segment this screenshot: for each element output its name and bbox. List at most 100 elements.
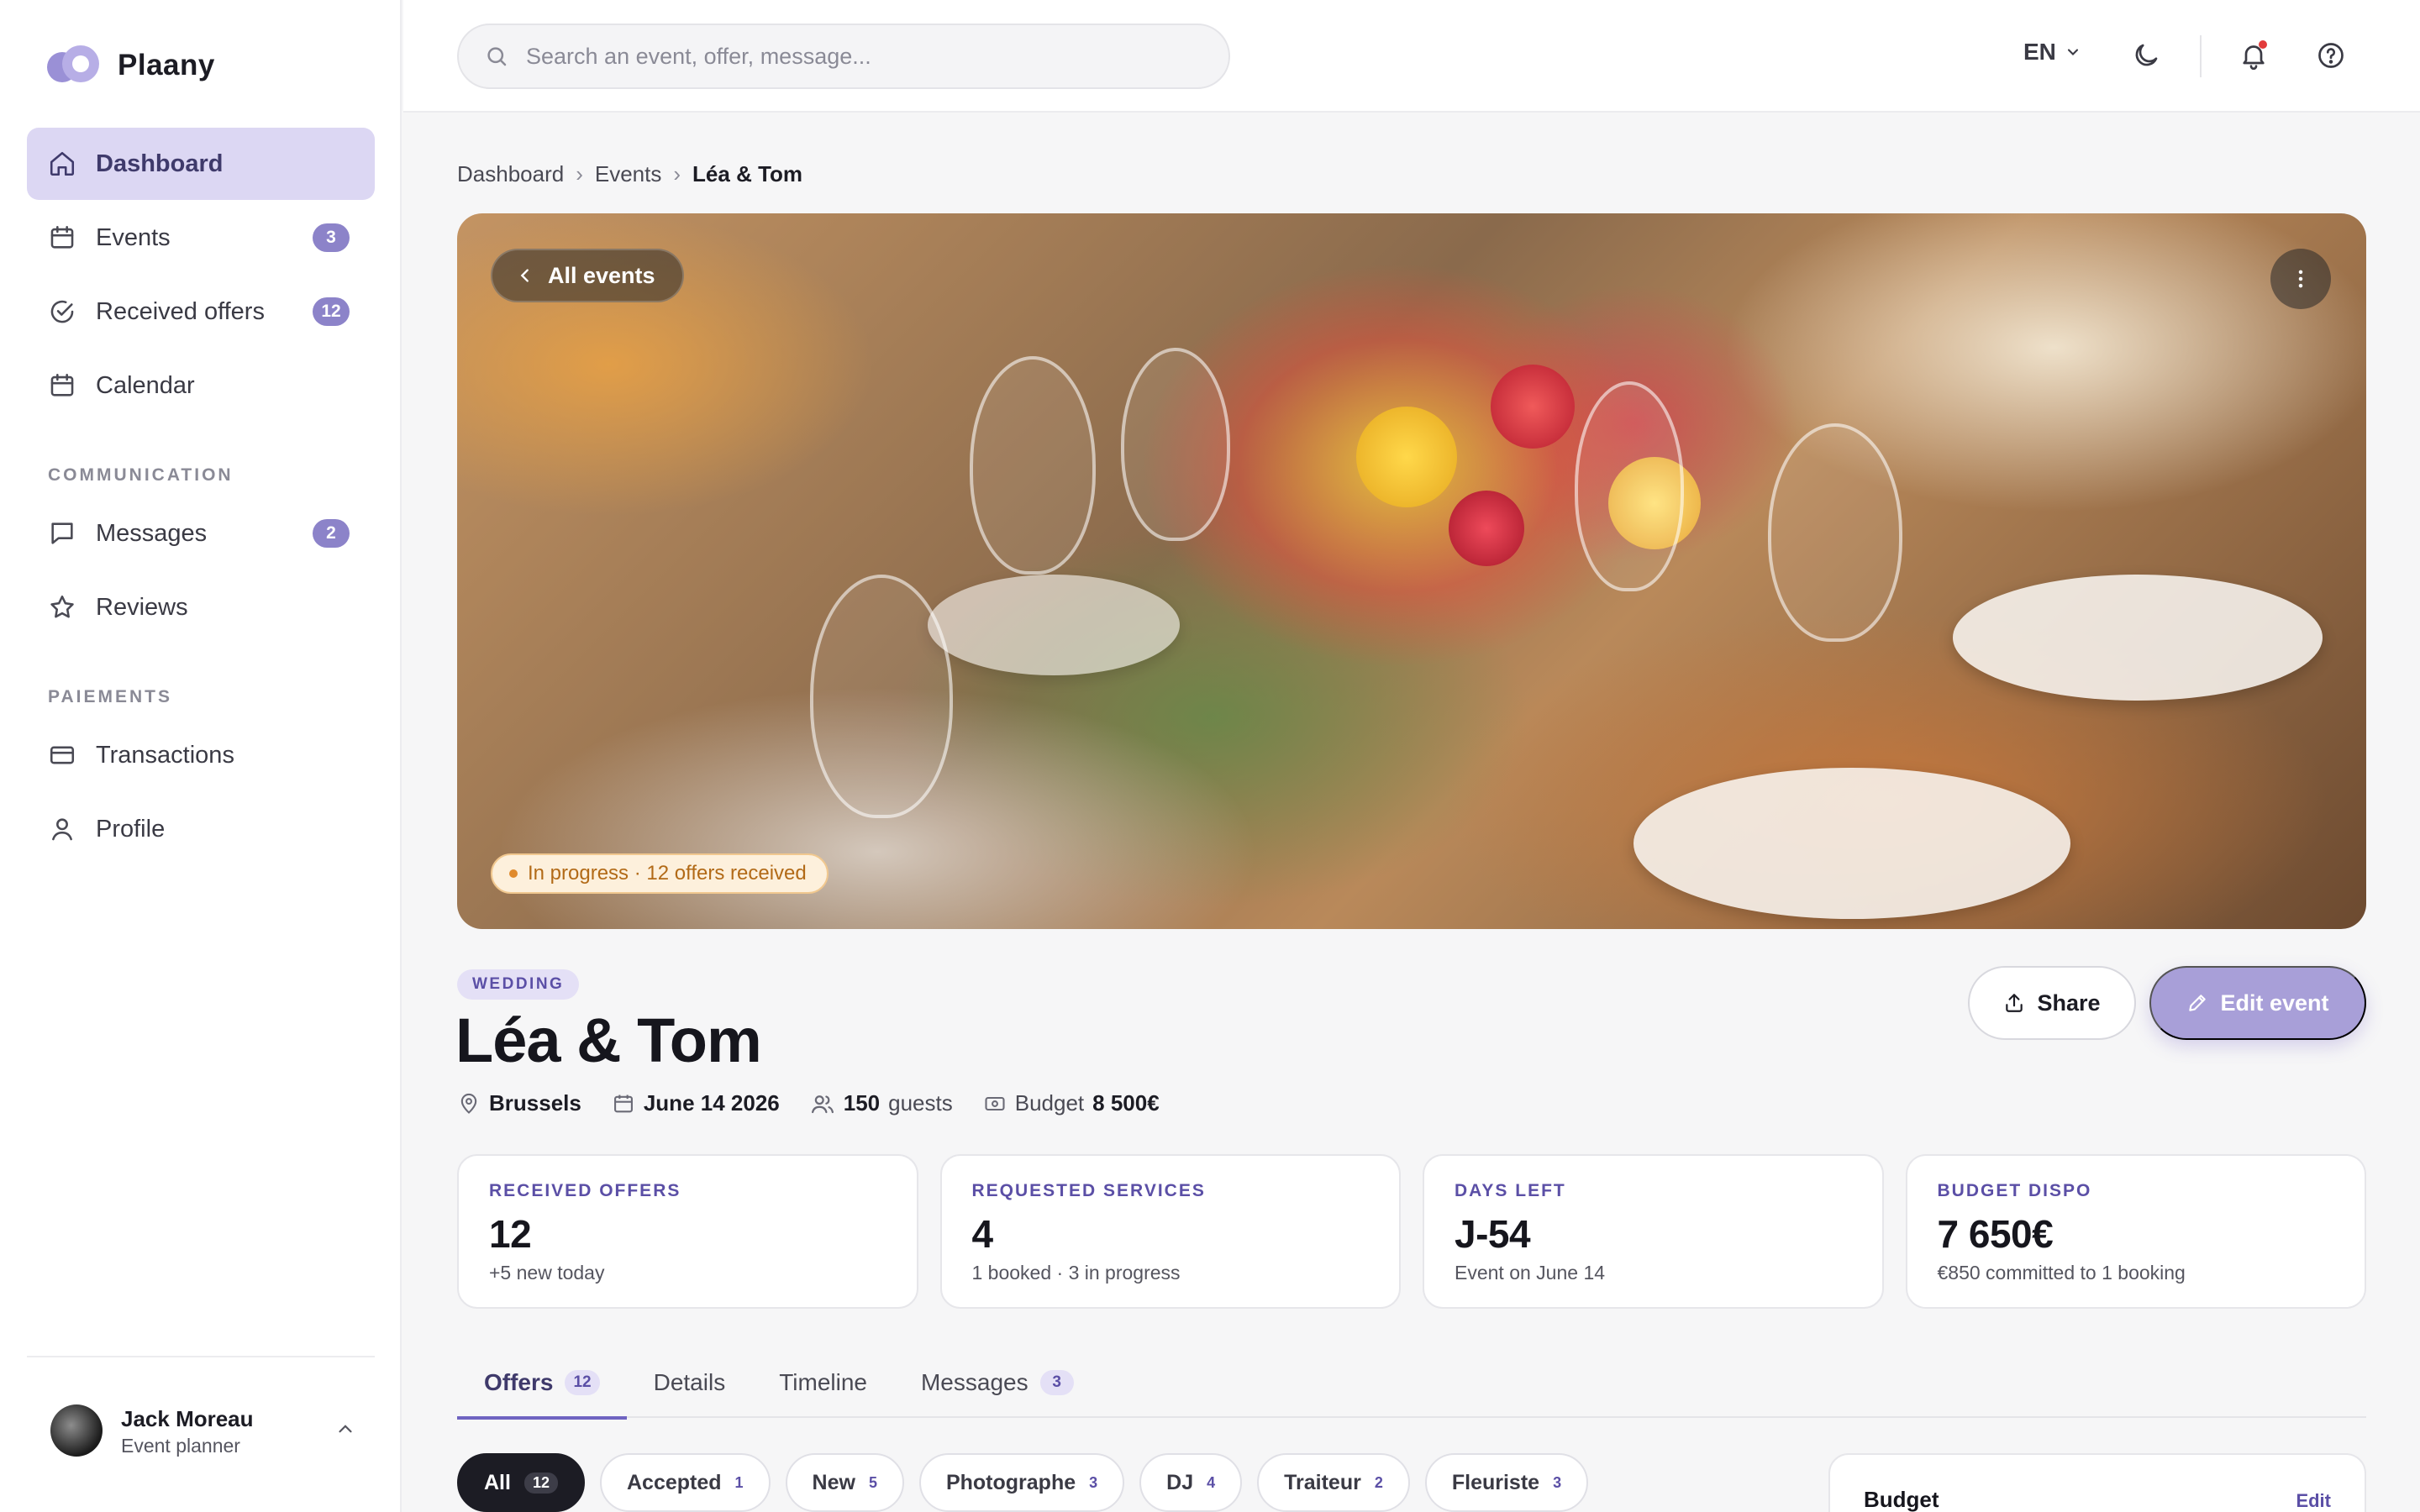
glass-decoration [1121,348,1230,541]
search-input[interactable] [526,43,1198,70]
sidebar-item-received-offers[interactable]: Received offers 12 [27,276,375,348]
back-label: All events [548,262,655,288]
breadcrumb-dashboard[interactable]: Dashboard [457,161,564,187]
tab-badge: 3 [1039,1370,1074,1395]
event-tabs: Offers 12 Details Timeline Messages 3 [457,1347,2366,1420]
tab-label: Timeline [779,1369,867,1395]
chip-label: DJ [1166,1470,1194,1494]
glass-decoration [1575,381,1684,591]
search-icon [487,47,507,66]
search-bar[interactable] [457,24,1230,89]
sidebar-nav-payments: Transactions Profile [27,719,375,867]
tab-messages[interactable]: Messages 3 [894,1347,1101,1418]
sidebar-item-label: Reviews [96,593,188,621]
more-options-button[interactable] [2270,249,2331,309]
sidebar-item-calendar[interactable]: Calendar [27,349,375,422]
budget-edit-link[interactable]: Edit [2296,1490,2331,1512]
sidebar-item-transactions[interactable]: Transactions [27,719,375,791]
stat-subtext: €850 committed to 1 booking [1937,1262,2186,1284]
app-root: Plaany Dashboard Events 3 Received offer… [0,0,2420,1512]
location-value: Brussels [489,1090,581,1116]
chip-count: 2 [1374,1473,1383,1491]
share-icon [2006,994,2023,1012]
filter-chip-traiteur[interactable]: Traiteur 2 [1257,1453,1410,1512]
breadcrumb-separator: › [673,161,681,186]
user-menu[interactable]: Jack Moreau Event planner [27,1356,375,1512]
plate-decoration [1953,575,2323,701]
chevron-up-icon [339,1425,352,1433]
user-role: Event planner [121,1435,240,1457]
share-label: Share [2037,990,2101,1016]
stat-card-received-offers: RECEIVED OFFERS 12 +5 new today [457,1154,918,1309]
flower-decoration [1356,407,1457,507]
home-icon [47,149,77,179]
filter-chip-all[interactable]: All 12 [457,1453,585,1512]
divider [2200,35,2202,77]
edit-event-button[interactable]: Edit event [2149,966,2366,1040]
sidebar-item-events[interactable]: Events 3 [27,202,375,274]
dark-mode-toggle[interactable] [2128,37,2165,74]
guests-label: guests [888,1090,953,1116]
flower-decoration [1491,365,1575,449]
section-label-communication: COMMUNICATION [48,465,234,485]
sidebar-item-messages[interactable]: Messages 2 [27,497,375,570]
tab-badge: 12 [565,1370,600,1395]
sidebar-item-label: Messages [96,519,208,547]
plate-decoration [1634,768,2070,919]
event-budget: Budget 8 500€ [983,1090,1160,1116]
sidebar: Plaany Dashboard Events 3 Received offer… [0,0,402,1512]
credit-card-icon [47,740,77,770]
app-name: Plaany [118,49,215,81]
budget-card: Budget Edit [1828,1453,2366,1512]
users-icon [811,1095,834,1113]
calendar-icon [613,1095,633,1112]
chip-count: 1 [734,1473,744,1491]
sidebar-item-reviews[interactable]: Reviews [27,571,375,643]
stat-label: RECEIVED OFFERS [489,1181,681,1200]
sidebar-item-label: Received offers [96,297,265,325]
filter-chip-dj[interactable]: DJ 4 [1139,1453,1243,1512]
back-to-events-button[interactable]: All events [491,249,684,302]
sidebar-nav-communication: Messages 2 Reviews [27,497,375,645]
stat-value: J-54 [1455,1212,1531,1256]
tab-label: Details [653,1369,726,1395]
tab-offers[interactable]: Offers 12 [457,1347,627,1420]
location-pin-icon [460,1093,477,1114]
sidebar-item-profile[interactable]: Profile [27,793,375,865]
tab-label: Offers [484,1369,554,1395]
filter-chip-photographe[interactable]: Photographe 3 [918,1453,1125,1512]
language-selector[interactable]: EN [2023,39,2081,66]
tab-timeline[interactable]: Timeline [752,1347,894,1418]
money-icon [985,1096,1005,1110]
status-dot [509,869,518,878]
glass-decoration [1768,423,1902,642]
tab-details[interactable]: Details [627,1347,753,1418]
filter-chip-new[interactable]: New 5 [785,1453,904,1512]
notifications-button[interactable] [2235,37,2272,74]
stat-subtext: +5 new today [489,1262,605,1284]
filter-chip-fleuriste[interactable]: Fleuriste 3 [1424,1453,1589,1512]
user-icon [47,814,77,844]
stat-label: BUDGET DISPO [1937,1181,2092,1200]
stat-subtext: Event on June 14 [1455,1262,1606,1284]
chip-count: 12 [523,1472,558,1494]
logo-icon [47,45,99,82]
chip-label: Accepted [626,1470,722,1494]
sidebar-item-dashboard[interactable]: Dashboard [27,128,375,200]
filter-chip-accepted[interactable]: Accepted 1 [599,1453,771,1512]
breadcrumb-events[interactable]: Events [595,161,662,187]
pencil-icon [2189,995,2207,1011]
event-status-badge: In progress · 12 offers received [491,853,829,894]
chip-count: 3 [1553,1473,1562,1491]
stat-card-requested-services: REQUESTED SERVICES 4 1 booked · 3 in pro… [939,1154,1401,1309]
chip-label: Fleuriste [1451,1470,1540,1494]
stat-card-budget-dispo: BUDGET DISPO 7 650€ €850 committed to 1 … [1905,1154,2366,1309]
event-meta: Brussels June 14 2026 150 guests Budget … [457,1090,1190,1116]
chip-count: 5 [868,1473,877,1491]
share-button[interactable]: Share [1968,966,2136,1040]
check-circle-icon [47,297,77,327]
help-button[interactable] [2312,37,2349,74]
logo[interactable]: Plaany [42,42,215,89]
glass-decoration [970,356,1096,575]
status-text: In progress · 12 offers received [528,862,807,885]
